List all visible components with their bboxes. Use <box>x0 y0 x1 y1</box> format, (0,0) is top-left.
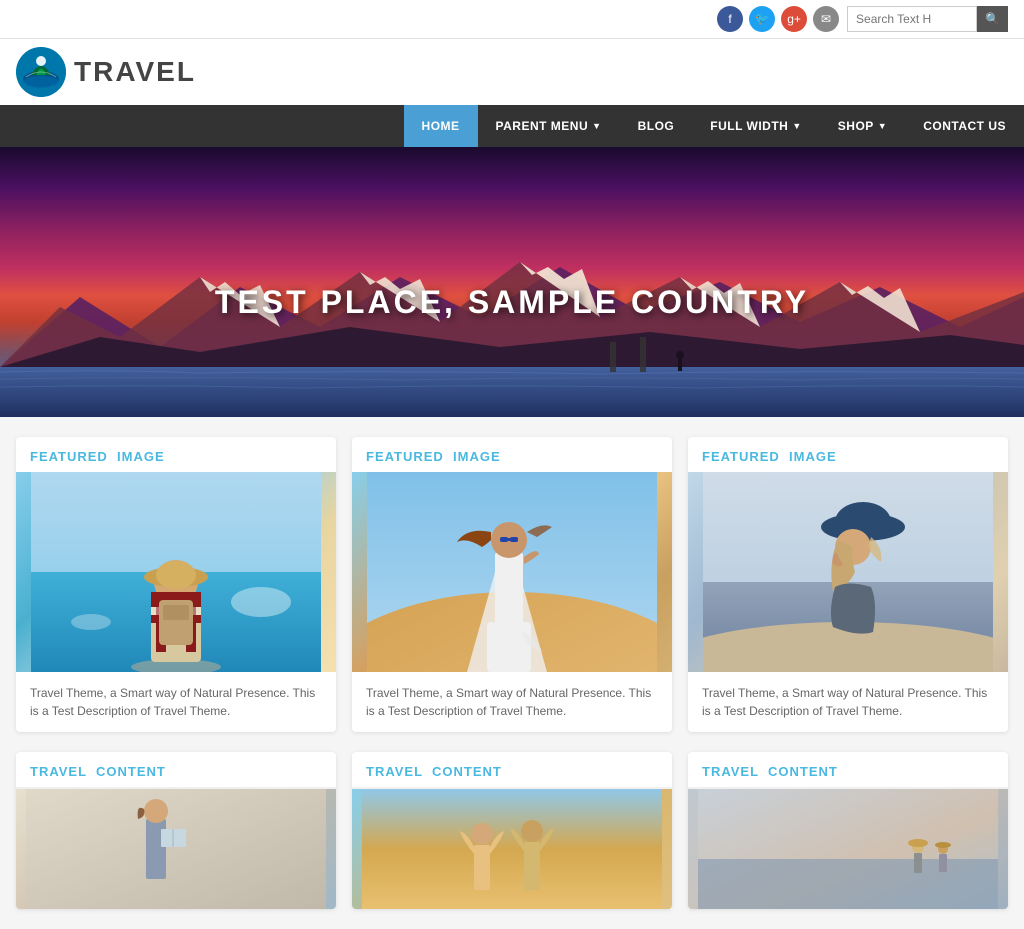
facebook-icon[interactable]: f <box>717 6 743 32</box>
travel-card-1-img-block <box>16 789 336 909</box>
beach-scene-1 <box>31 472 321 672</box>
card-3-accent: IMAGE <box>789 449 837 464</box>
hero-mountains-svg <box>0 257 1024 417</box>
top-bar: f 🐦 g+ ✉ 🔍 <box>0 0 1024 39</box>
dropdown-arrow: ▼ <box>792 121 801 131</box>
card-1-image <box>16 472 336 672</box>
dropdown-arrow: ▼ <box>878 121 887 131</box>
featured-card-1: FEATURED IMAGE <box>16 437 336 732</box>
social-icons: f 🐦 g+ ✉ <box>717 6 839 32</box>
site-header: TRAVEL <box>0 39 1024 105</box>
travel-card-2-accent: TRAVEL <box>366 764 423 779</box>
travel-content-grid: TRAVEL CONTENT <box>16 752 1008 909</box>
travel-card-3-content: CONTENT <box>768 764 838 779</box>
featured-cards-grid: FEATURED IMAGE <box>16 437 1008 732</box>
google-plus-icon[interactable]: g+ <box>781 6 807 32</box>
travel-content-section: TRAVEL CONTENT <box>0 752 1024 929</box>
nav-item-blog[interactable]: BLOG <box>620 105 693 147</box>
card-1-prefix: FEATURED <box>30 449 108 464</box>
card-1-image-block <box>16 472 336 672</box>
main-nav: HOME PARENT MENU ▼ BLOG FULL WIDTH ▼ SHO… <box>0 105 1024 147</box>
card-3-prefix: FEATURED <box>702 449 780 464</box>
travel-card-3-img-block <box>688 789 1008 909</box>
nav-item-home[interactable]: HOME <box>404 105 478 147</box>
logo-svg <box>16 47 66 97</box>
travel-card-3: TRAVEL CONTENT <box>688 752 1008 909</box>
card-1-accent: IMAGE <box>117 449 165 464</box>
search-wrap: 🔍 <box>847 6 1008 32</box>
travel-card-2-image <box>352 789 672 909</box>
card-2-description: Travel Theme, a Smart way of Natural Pre… <box>352 672 672 732</box>
card-2-image-block <box>352 472 672 672</box>
logo-circle <box>16 47 66 97</box>
card-2-header: FEATURED IMAGE <box>352 437 672 472</box>
travel-img-1-svg <box>26 789 326 909</box>
dropdown-arrow: ▼ <box>592 121 601 131</box>
beach-scene-2 <box>703 472 993 672</box>
travel-img-2-svg <box>362 789 662 909</box>
card-3-header: FEATURED IMAGE <box>688 437 1008 472</box>
card-2-accent: IMAGE <box>453 449 501 464</box>
nav-item-parent-menu[interactable]: PARENT MENU ▼ <box>478 105 620 147</box>
search-button[interactable]: 🔍 <box>977 6 1008 32</box>
travel-card-1-header: TRAVEL CONTENT <box>16 752 336 789</box>
site-logo[interactable]: TRAVEL <box>16 47 196 97</box>
desert-scene <box>367 472 657 672</box>
travel-card-1-content: CONTENT <box>96 764 166 779</box>
search-input[interactable] <box>847 6 977 32</box>
featured-card-3: FEATURED IMAGE <box>688 437 1008 732</box>
travel-card-2-img-block <box>352 789 672 909</box>
travel-card-2-content: CONTENT <box>432 764 502 779</box>
card-2-image <box>352 472 672 672</box>
featured-card-2: FEATURED IMAGE <box>352 437 672 732</box>
travel-card-3-image <box>688 789 1008 909</box>
card-1-header: FEATURED IMAGE <box>16 437 336 472</box>
travel-card-2: TRAVEL CONTENT <box>352 752 672 909</box>
travel-card-1: TRAVEL CONTENT <box>16 752 336 909</box>
travel-card-1-accent: TRAVEL <box>30 764 87 779</box>
hero-title: TEST PLACE, SAMPLE COUNTRY <box>215 284 809 321</box>
card-1-description: Travel Theme, a Smart way of Natural Pre… <box>16 672 336 732</box>
nav-item-full-width[interactable]: FULL WIDTH ▼ <box>692 105 820 147</box>
card-3-image <box>688 472 1008 672</box>
card-3-description: Travel Theme, a Smart way of Natural Pre… <box>688 672 1008 732</box>
logo-text: TRAVEL <box>74 56 196 88</box>
email-icon[interactable]: ✉ <box>813 6 839 32</box>
travel-card-2-header: TRAVEL CONTENT <box>352 752 672 789</box>
card-2-prefix: FEATURED <box>366 449 444 464</box>
nav-item-shop[interactable]: SHOP ▼ <box>820 105 905 147</box>
travel-img-3-svg <box>698 789 998 909</box>
card-3-image-block <box>688 472 1008 672</box>
nav-item-contact[interactable]: CONTACT US <box>905 105 1024 147</box>
travel-card-3-header: TRAVEL CONTENT <box>688 752 1008 789</box>
hero-section: TEST PLACE, SAMPLE COUNTRY <box>0 147 1024 417</box>
twitter-icon[interactable]: 🐦 <box>749 6 775 32</box>
featured-cards-section: FEATURED IMAGE <box>0 417 1024 752</box>
travel-card-3-accent: TRAVEL <box>702 764 759 779</box>
travel-card-1-image <box>16 789 336 909</box>
nav-items: HOME PARENT MENU ▼ BLOG FULL WIDTH ▼ SHO… <box>404 105 1024 147</box>
